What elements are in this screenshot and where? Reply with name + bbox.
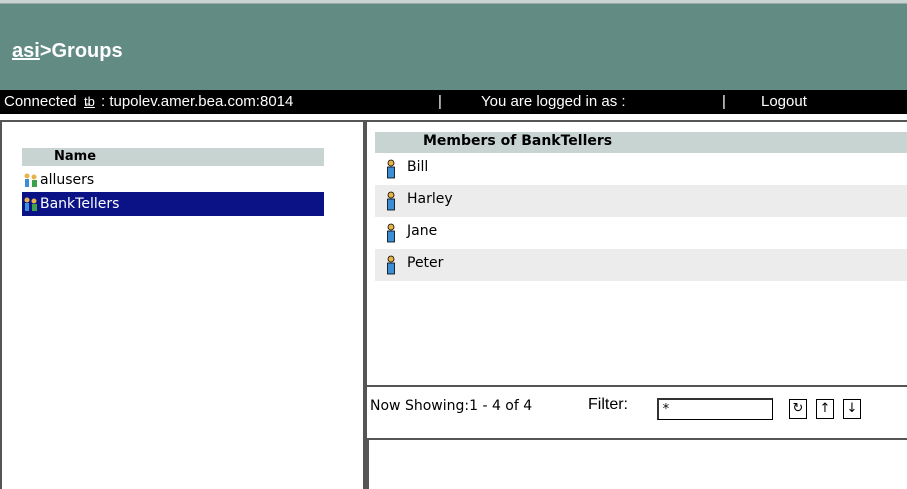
logout-link[interactable]: Logout: [761, 90, 807, 114]
refresh-button[interactable]: ↻: [789, 399, 807, 419]
detail-pane: [367, 438, 907, 489]
group-item-allusers[interactable]: allusers: [22, 168, 324, 192]
group-item-banktellers[interactable]: BankTellers: [22, 192, 324, 216]
sort-descending-button[interactable]: ↓: [843, 399, 861, 419]
sort-up-icon: ↑: [819, 401, 831, 416]
member-item-peter[interactable]: Peter: [375, 249, 907, 281]
filter-input[interactable]: [657, 398, 773, 420]
plug-icon: t̵b: [84, 94, 95, 109]
page-title: asi>Groups: [12, 40, 123, 63]
sort-down-icon: ↓: [846, 401, 858, 416]
breadcrumb-current: >Groups: [39, 40, 123, 62]
groups-pane: Name allusers BankTellers: [0, 120, 365, 489]
filter-label: Filter:: [588, 396, 628, 413]
status-separator: |: [438, 93, 442, 110]
status-bar: Connected t̵b : tupolev.amer.bea.com:801…: [0, 90, 907, 114]
user-icon: [387, 191, 395, 211]
user-icon: [387, 255, 395, 275]
group-icon: [24, 197, 37, 211]
pane-divider: [367, 385, 907, 387]
app-header: asi>Groups: [0, 4, 907, 90]
member-item-harley[interactable]: Harley: [375, 185, 907, 217]
status-separator: |: [722, 93, 726, 110]
sort-ascending-button[interactable]: ↑: [816, 399, 834, 419]
name-column-header[interactable]: Name: [22, 148, 324, 166]
user-icon: [387, 223, 395, 243]
group-icon: [24, 173, 37, 187]
server-address: : tupolev.amer.bea.com:8014: [101, 93, 294, 110]
logged-in-label: You are logged in as :: [481, 93, 626, 110]
now-showing-text: Now Showing:1 - 4 of 4: [370, 398, 533, 414]
user-icon: [387, 159, 395, 179]
breadcrumb-link-asi[interactable]: asi: [12, 40, 40, 62]
refresh-icon: ↻: [792, 401, 804, 416]
members-header: Members of BankTellers: [375, 132, 907, 153]
connected-label: Connected: [4, 93, 77, 110]
member-item-jane[interactable]: Jane: [375, 217, 907, 249]
member-item-bill[interactable]: Bill: [375, 153, 907, 185]
